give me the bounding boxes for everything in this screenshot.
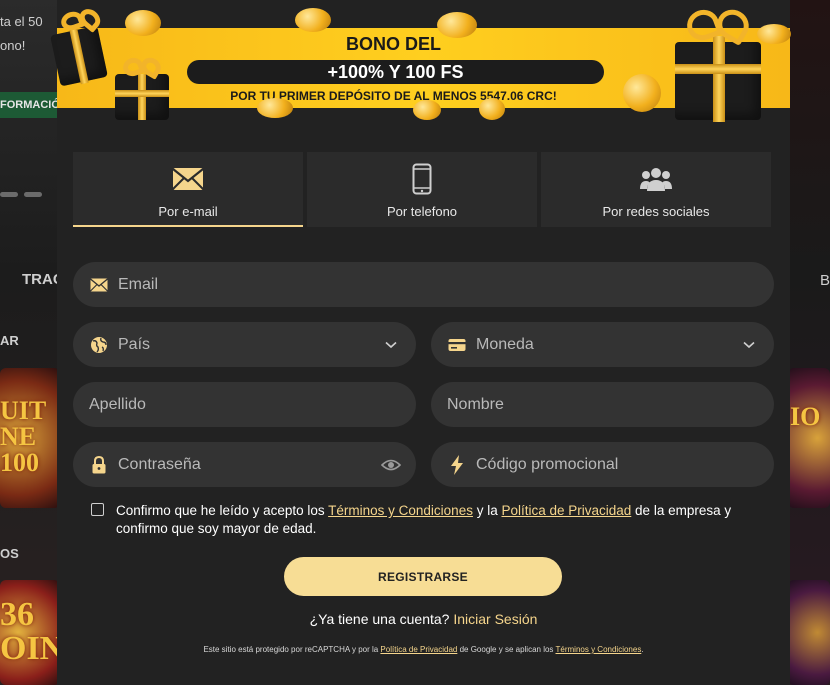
login-question: ¿Ya tiene una cuenta? — [309, 611, 450, 627]
background-section-text: OS — [0, 546, 19, 561]
background-text: ta el 50 — [0, 14, 43, 29]
envelope-icon — [172, 164, 204, 194]
google-terms-link[interactable]: Términos y Condiciones — [556, 645, 642, 654]
background-game-card: IO — [788, 368, 830, 508]
coin-icon — [437, 12, 477, 38]
login-link[interactable]: Iniciar Sesión — [453, 611, 537, 627]
banner-highlight: +100% Y 100 FS — [187, 60, 604, 84]
lastname-field — [73, 382, 416, 427]
tab-email-label: Por e-mail — [158, 204, 218, 219]
gift-icon — [50, 5, 111, 88]
background-game-card: 36 OIN — [0, 580, 64, 685]
registration-modal: BONO DEL +100% Y 100 FS POR TU PRIMER DE… — [50, 0, 791, 685]
password-field — [73, 442, 416, 487]
currency-select-value: Moneda — [476, 335, 534, 353]
coin-icon — [295, 8, 331, 32]
coin-icon — [479, 98, 505, 120]
register-button[interactable]: REGISTRARSE — [284, 557, 562, 596]
country-select[interactable]: País — [73, 322, 416, 367]
tab-social-label: Por redes sociales — [602, 204, 710, 219]
background-carousel-dots — [0, 192, 42, 197]
email-input[interactable] — [118, 262, 774, 307]
background-game-card — [788, 580, 830, 685]
eye-icon[interactable] — [376, 455, 406, 475]
terms-link[interactable]: Términos y Condiciones — [328, 503, 473, 518]
coin-icon — [125, 10, 161, 36]
signup-method-tabs: Por e-mail Por telefono Por redes social… — [73, 152, 771, 227]
chevron-down-icon — [376, 335, 406, 355]
envelope-icon — [89, 275, 109, 295]
terms-checkbox[interactable] — [91, 503, 104, 516]
password-input[interactable] — [118, 442, 376, 487]
globe-icon — [89, 335, 109, 355]
tab-phone-label: Por telefono — [386, 204, 458, 219]
banner-title: BONO DEL — [345, 34, 441, 54]
lastname-input[interactable] — [89, 382, 416, 427]
terms-text: Confirmo que he leído y acepto los Térmi… — [116, 503, 732, 536]
recaptcha-notice: Este sitio está protegido por reCAPTCHA … — [203, 645, 644, 654]
google-privacy-link[interactable]: Política de Privacidad — [380, 645, 457, 654]
login-prompt: ¿Ya tiene una cuenta? Iniciar Sesión — [57, 611, 790, 627]
lightning-icon — [447, 454, 467, 475]
firstname-input[interactable] — [447, 382, 774, 427]
terms-agreement: Confirmo que he leído y acepto los Térmi… — [91, 502, 761, 538]
background-text: ono! — [0, 38, 26, 53]
gift-icon — [111, 54, 173, 122]
promo-code-input[interactable] — [476, 442, 774, 487]
background-section-text: AR — [0, 333, 19, 348]
background-game-card: UIT NE 100 — [0, 368, 60, 508]
background-nav-text: B — [820, 272, 830, 289]
firstname-field — [431, 382, 774, 427]
currency-select[interactable]: Moneda — [431, 322, 774, 367]
privacy-link[interactable]: Política de Privacidad — [501, 503, 631, 518]
tab-phone[interactable]: Por telefono — [307, 152, 537, 227]
promo-code-field — [431, 442, 774, 487]
coin-icon — [413, 100, 441, 120]
lock-icon — [89, 455, 109, 475]
phone-icon — [412, 163, 432, 195]
coin-icon — [623, 74, 661, 112]
chevron-down-icon — [734, 335, 764, 355]
email-field — [73, 262, 774, 307]
country-select-value: País — [118, 335, 151, 353]
card-icon — [447, 335, 467, 355]
tab-social[interactable]: Por redes sociales — [541, 152, 771, 227]
coin-icon — [257, 98, 293, 118]
gift-icon — [669, 4, 769, 124]
background-info-button: FORMACIÓ — [0, 92, 60, 118]
users-icon — [640, 164, 672, 194]
tab-email[interactable]: Por e-mail — [73, 152, 303, 227]
